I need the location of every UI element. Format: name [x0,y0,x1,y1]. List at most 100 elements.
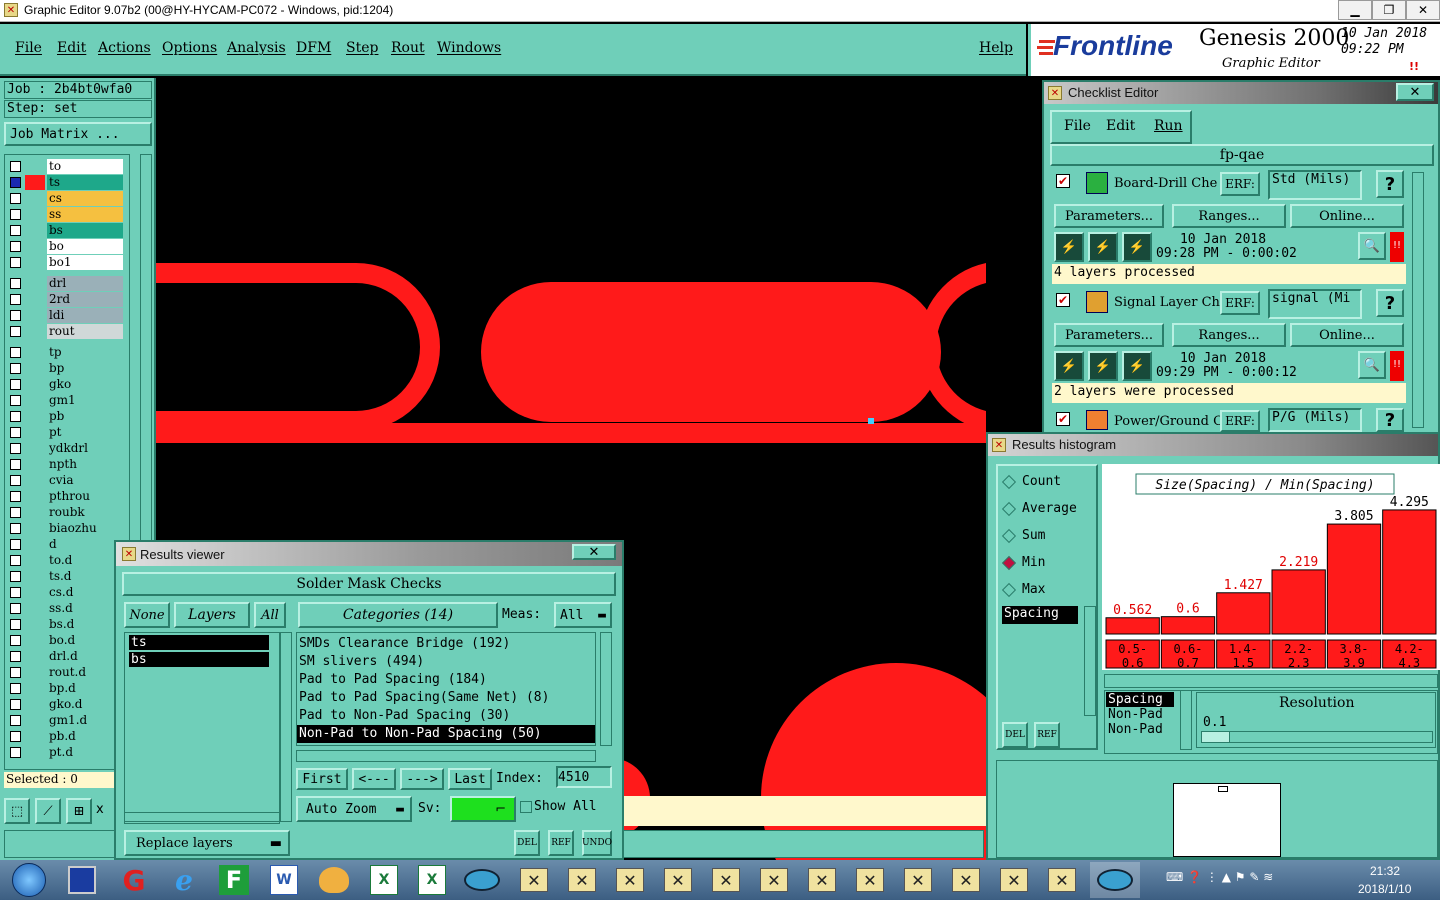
layer-color-swatch[interactable] [25,345,45,360]
layer-name[interactable]: bo.d [47,633,123,648]
menu-windows[interactable]: Windows [437,40,501,56]
item1-zoom-button[interactable]: 🔍 [1358,232,1386,260]
taskbar-window-button[interactable]: ✕ [848,862,892,898]
layer-row[interactable]: ss.d [7,601,123,616]
layer-name[interactable]: bp.d [47,681,123,696]
item2-erf-value[interactable]: signal (Mi [1268,289,1362,319]
layer-color-swatch[interactable] [25,617,45,632]
layer-row[interactable]: ss [7,207,123,222]
layer-color-swatch[interactable] [25,729,45,744]
board-preview-thumbnail[interactable] [1173,783,1281,857]
histogram-list-item-nonpad-2[interactable]: Non-Pad [1106,722,1174,737]
taskbar-excel-app[interactable]: X [362,862,406,898]
layer-row[interactable]: cvia [7,473,123,488]
results-layer-item[interactable]: bs [129,652,269,667]
menu-dfm[interactable]: DFM [296,40,331,56]
layer-display-checkbox[interactable] [10,209,21,220]
layer-display-checkbox[interactable] [10,747,21,758]
layer-color-swatch[interactable] [25,457,45,472]
layer-color-swatch[interactable] [25,745,45,760]
taskbar-eye-app[interactable] [460,862,504,898]
layer-name[interactable]: ldi [47,308,123,323]
layer-display-checkbox[interactable] [10,507,21,518]
layer-color-swatch[interactable] [25,601,45,616]
layer-display-checkbox[interactable] [10,523,21,534]
histogram-list-item-nonpad[interactable]: Non-Pad [1106,707,1174,722]
layer-display-checkbox[interactable] [10,443,21,454]
layer-name[interactable]: to.d [47,553,123,568]
layer-color-swatch[interactable] [25,425,45,440]
menu-step[interactable]: Step [346,40,378,56]
layer-name[interactable]: ts [47,175,123,190]
results-layer-hscrollbar[interactable] [124,812,280,824]
layer-display-checkbox[interactable] [10,571,21,582]
checklist-menu-edit[interactable]: Edit [1106,118,1135,134]
layer-color-swatch[interactable] [25,377,45,392]
zoom-tool-button[interactable]: ⬚ [4,798,30,824]
layer-color-swatch[interactable] [25,292,45,307]
layer-name[interactable]: pb.d [47,729,123,744]
layer-display-checkbox[interactable] [10,667,21,678]
layer-name[interactable]: tp [47,345,123,360]
layer-name[interactable]: ss [47,207,123,222]
taskbar-window-button[interactable]: ✕ [992,862,1036,898]
layer-row[interactable]: pt [7,425,123,440]
layer-display-checkbox[interactable] [10,619,21,630]
histogram-bar[interactable] [1160,616,1216,635]
results-undo-button[interactable]: UNDO [582,830,612,856]
layer-name[interactable]: cvia [47,473,123,488]
menu-help[interactable]: Help [979,40,1013,56]
grid-tool-button[interactable]: ⊞ [66,798,92,824]
layer-color-swatch[interactable] [25,276,45,291]
layer-name[interactable]: to [47,159,123,174]
layer-row[interactable]: bs [7,223,123,238]
item2-run-dim-icon[interactable]: ⚡ [1088,351,1118,381]
layer-name[interactable]: bp [47,361,123,376]
layer-display-checkbox[interactable] [10,459,21,470]
layer-color-swatch[interactable] [25,159,45,174]
layer-color-swatch[interactable] [25,713,45,728]
category-item[interactable]: Non-Pad to Non-Pad Spacing (50) [297,725,595,743]
layer-color-swatch[interactable] [25,585,45,600]
results-close-button[interactable]: ✕ [572,544,616,560]
next-button[interactable]: ---> [400,768,444,790]
taskbar-save-app[interactable] [60,862,104,898]
job-matrix-button[interactable]: Job Matrix ... [4,122,152,146]
menu-file[interactable]: File [15,40,42,56]
layer-row[interactable]: to [7,159,123,174]
results-ref-button[interactable]: REF [548,830,574,856]
checklist-close-button[interactable]: ✕ [1396,83,1434,101]
taskbar-window-button[interactable]: ✕ [656,862,700,898]
layer-name[interactable]: 2rd [47,292,123,307]
checklist-menu-file[interactable]: File [1064,118,1091,134]
histogram-hscrollbar[interactable] [1104,674,1438,688]
layer-display-checkbox[interactable] [10,475,21,486]
measure-tool-button[interactable]: ⟋ [35,798,61,824]
results-del-button[interactable]: DEL [514,830,540,856]
minimize-button[interactable]: ▁ [1338,0,1372,20]
layer-row[interactable]: pb [7,409,123,424]
layer-row[interactable]: gm1.d [7,713,123,728]
layer-name[interactable]: gm1.d [47,713,123,728]
checklist-menu-run[interactable]: Run [1154,118,1183,134]
layer-display-checkbox[interactable] [10,731,21,742]
category-item[interactable]: Pad to Pad Spacing (184) [297,671,595,689]
layer-display-checkbox[interactable] [10,715,21,726]
layer-display-checkbox[interactable] [10,411,21,422]
item1-online-button[interactable]: Online... [1290,204,1404,228]
layer-color-swatch[interactable] [25,681,45,696]
maximize-button[interactable]: ❐ [1372,0,1406,20]
item2-checkbox[interactable]: ✔ [1056,293,1070,307]
histogram-bar[interactable] [1326,523,1382,635]
layer-row[interactable]: ydkdrl [7,441,123,456]
layer-display-checkbox[interactable] [10,225,21,236]
layer-row[interactable]: bo.d [7,633,123,648]
layer-display-checkbox[interactable] [10,310,21,321]
layer-display-checkbox[interactable] [10,363,21,374]
layer-name[interactable]: roubk [47,505,123,520]
item1-parameters-button[interactable]: Parameters... [1054,204,1164,228]
taskbar-shell-app[interactable] [312,862,356,898]
histogram-bar[interactable] [1382,509,1437,635]
taskbar-eye-active[interactable] [1090,862,1140,898]
layer-display-checkbox[interactable] [10,177,21,188]
